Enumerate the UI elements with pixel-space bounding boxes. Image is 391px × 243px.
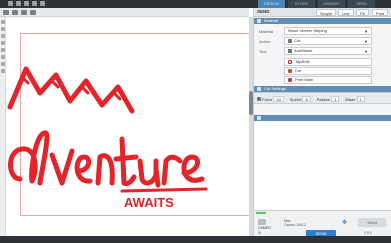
node-tool-icon[interactable] (12, 10, 18, 15)
rectangle-tool-icon[interactable] (1, 41, 5, 45)
chevron-down-icon: ▼ (364, 49, 368, 54)
polygon-tool-icon[interactable] (1, 55, 5, 59)
blade-settings-row: Force 33 Speed 5 Passes 1 Blade 1 (254, 92, 391, 104)
pass-item-1[interactable]: Tap/Edit (284, 58, 372, 66)
svg-text:AWAITS: AWAITS (124, 195, 174, 210)
blade-input[interactable]: 1 (356, 96, 365, 102)
speed-input[interactable]: 5 (302, 96, 311, 102)
zoom-icon[interactable] (21, 10, 27, 15)
line-tool-icon[interactable] (1, 34, 5, 38)
action-dropdown[interactable]: Cut ▼ (284, 37, 372, 45)
status-indicator (256, 212, 266, 214)
pointer-icon[interactable] (1, 20, 5, 24)
pan-icon[interactable] (30, 10, 36, 15)
material-section-bar[interactable]: Material (254, 18, 391, 24)
text-tool-icon[interactable] (1, 62, 5, 66)
silhouette-studio-window: DESIGN STORE LIBRARY SEND AWAITS SEND Si… (0, 0, 391, 243)
cut-icon (288, 69, 292, 73)
tab-design[interactable]: DESIGN (258, 0, 285, 8)
top-bar: DESIGN STORE LIBRARY SEND (0, 0, 391, 8)
eraser-tool-icon[interactable] (1, 69, 5, 73)
passes-input[interactable]: 1 (330, 96, 340, 102)
status-bar (0, 236, 391, 243)
undo-icon[interactable] (32, 1, 37, 6)
redo-icon[interactable] (40, 1, 45, 6)
pass-item-3[interactable]: Print Mark (284, 76, 372, 84)
blade-icon (257, 97, 261, 101)
ellipse-tool-icon[interactable] (1, 48, 5, 52)
action-value: Cut (294, 38, 301, 43)
panel-empty-area (254, 121, 391, 213)
new-file-icon[interactable] (8, 1, 13, 6)
panel-title: SEND (257, 9, 270, 14)
action-label: Action (259, 39, 271, 44)
tool-value: AutoBlade (294, 48, 313, 53)
material-label: Material (259, 29, 274, 34)
force-input[interactable]: 33 (273, 96, 284, 102)
design-canvas[interactable]: AWAITS (6, 17, 250, 236)
select-tool-icon[interactable] (3, 10, 9, 15)
pass-label: Tap/Edit (295, 59, 310, 64)
section-title: Material (264, 18, 279, 23)
move-arrows-icon[interactable]: ✥ (342, 219, 347, 226)
tab-send[interactable]: SEND (348, 0, 375, 8)
section-icon (257, 19, 261, 23)
blade-values: Force 33 Speed 5 Passes 1 Blade 1 (262, 96, 365, 102)
chevron-down-icon: ▼ (364, 29, 368, 34)
line-mode-button[interactable]: Line (338, 9, 354, 16)
send-button[interactable]: Send (358, 218, 386, 227)
tool-label: Tool (259, 49, 267, 54)
panel-header: SEND Simple Line Fill Print (254, 8, 391, 17)
design-toolbar (0, 8, 249, 17)
material-dropdown[interactable]: Wood Veneer Striping ▼ (284, 27, 372, 35)
cutter-device-icon[interactable] (258, 219, 266, 225)
pass-label: Print Mark (295, 77, 314, 82)
save-icon[interactable] (24, 1, 29, 6)
tab-store[interactable]: STORE (288, 0, 315, 8)
settings-gear-icon[interactable]: ⚙ (258, 231, 261, 235)
tool-dropdown[interactable]: AutoBlade ▼ (284, 47, 372, 55)
fill-mode-button[interactable]: Fill (356, 9, 370, 16)
main-tabs: DESIGN STORE LIBRARY SEND (258, 0, 375, 8)
tab-library[interactable]: LIBRARY (318, 0, 345, 8)
pass-label: Cut (295, 68, 302, 73)
adventure-awaits-artwork[interactable]: AWAITS (6, 61, 216, 211)
mat-info: Mat: Cameo 12x12 (284, 219, 306, 227)
section-icon (257, 116, 261, 120)
action-icon (288, 38, 292, 43)
print-mark-icon (288, 78, 292, 82)
tool-icon (288, 48, 292, 53)
mat-line-2: Cameo 12x12 (284, 223, 306, 227)
section-icon (257, 87, 261, 91)
chevron-down-icon: ▼ (364, 39, 368, 44)
zoom-readout: 0 5.0 (364, 231, 372, 235)
send-panel: SEND Simple Line Fill Print Material Mat… (253, 8, 391, 237)
pass-color-icon (288, 60, 292, 64)
print-mode-button[interactable]: Print (372, 9, 389, 16)
simple-mode-button[interactable]: Simple (316, 9, 337, 16)
material-value: Wood Veneer Striping (288, 28, 327, 33)
edit-points-icon[interactable] (1, 27, 5, 31)
pass-item-2[interactable]: Cut (284, 67, 372, 75)
quick-tools (8, 1, 45, 7)
send-controls: CAMEO Mat: Cameo 12x12 ✥ Send ⚙ SEND 0 5… (254, 210, 391, 237)
open-icon[interactable] (16, 1, 21, 6)
